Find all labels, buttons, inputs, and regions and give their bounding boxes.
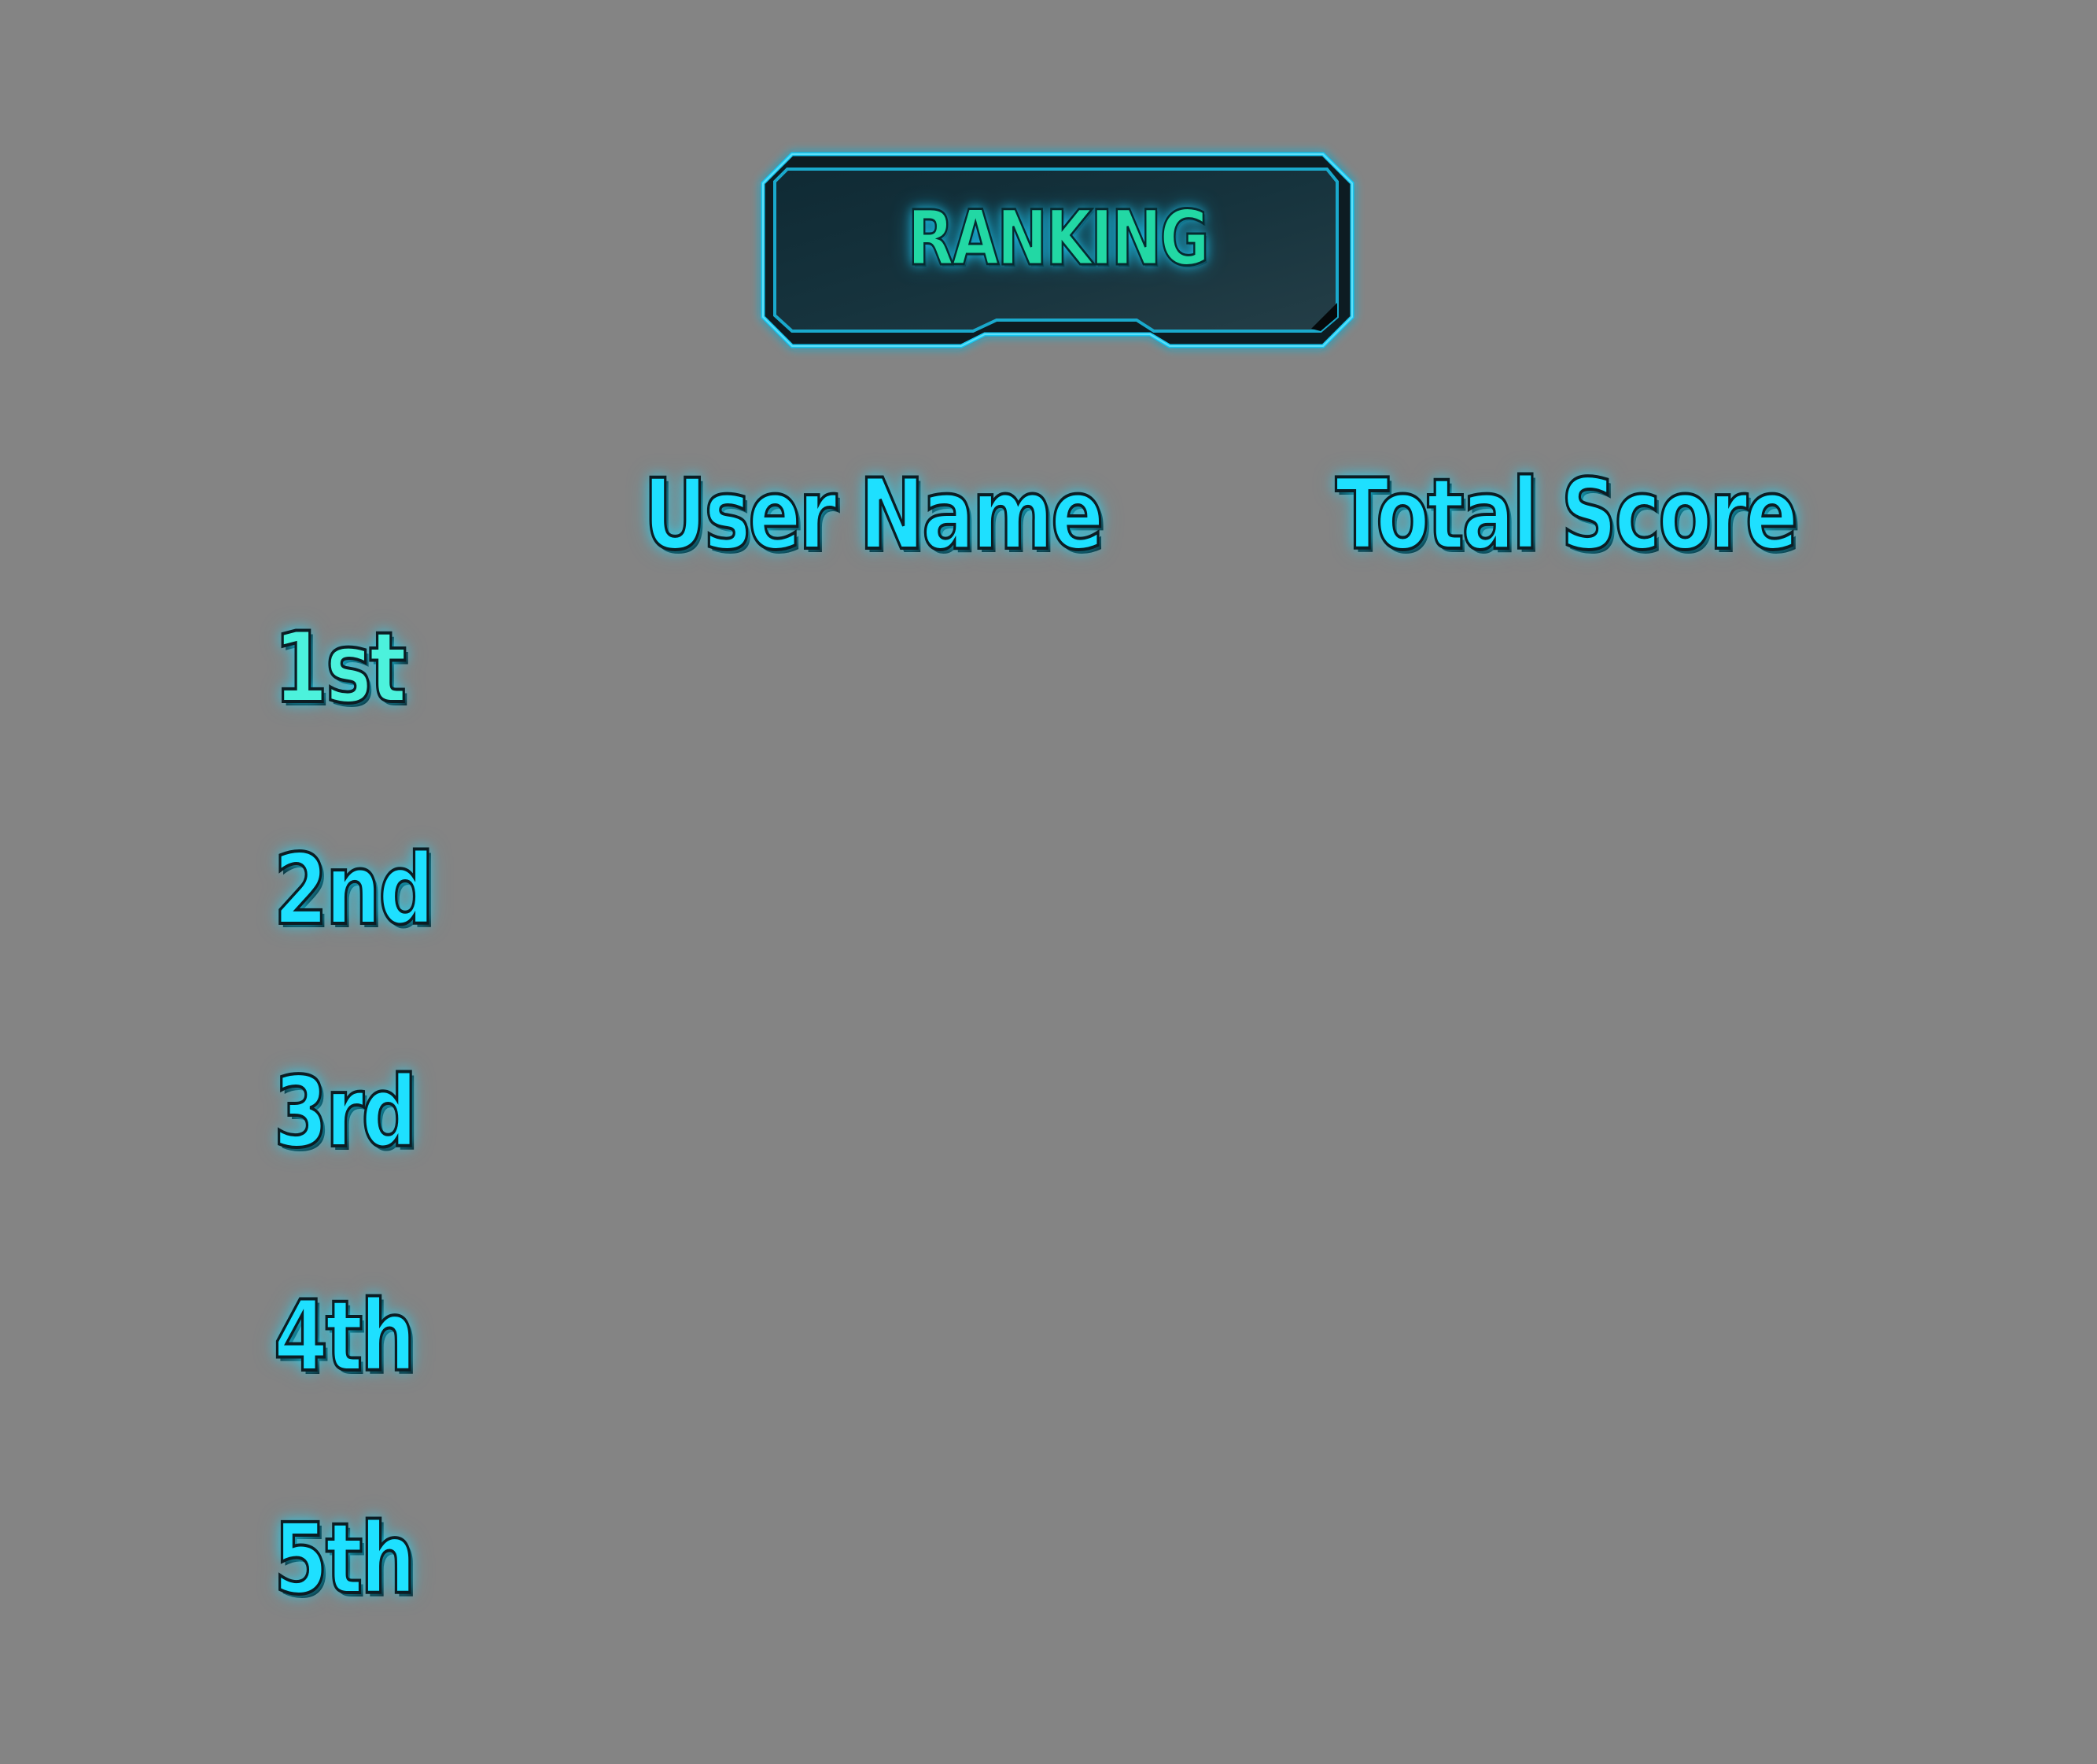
rank-label-3rd: 3rd <box>272 1056 418 1169</box>
ranking-title: RANKING <box>907 194 1211 283</box>
rank-label-4th: 4th <box>272 1280 417 1394</box>
column-header-total-score: Total Score <box>1334 458 1799 572</box>
rank-label-2nd: 2nd <box>272 834 435 947</box>
column-header-user-name: User Name <box>642 458 1105 572</box>
rank-label-5th: 5th <box>272 1503 417 1616</box>
rank-label-1st: 1st <box>272 612 407 725</box>
ranking-title-plate: RANKING <box>761 152 1354 348</box>
